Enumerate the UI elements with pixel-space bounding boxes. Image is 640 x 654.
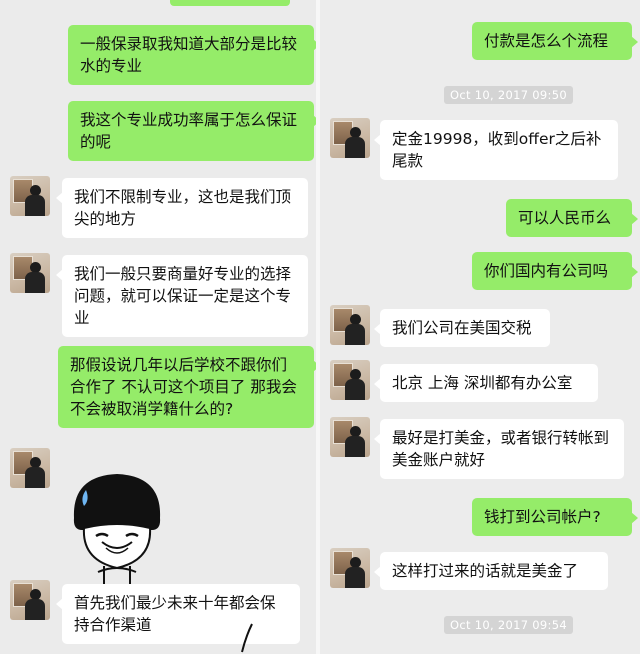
message-bubble-sent[interactable]: 钱打到公司帐户? <box>472 498 638 536</box>
message-bubble-sent[interactable]: 那假设说几年以后学校不跟你们合作了 不认可这个项目了 那我会不会被取消学籍什么的… <box>58 346 316 428</box>
message-bubble-received[interactable]: 我们公司在美国交税 <box>374 309 550 347</box>
contact-avatar[interactable] <box>330 548 370 588</box>
contact-avatar[interactable] <box>10 448 50 488</box>
message-bubble-received[interactable]: 首先我们最少未来十年都会保持合作渠道 <box>56 584 300 644</box>
pen-mark-icon <box>241 623 253 653</box>
message-bubble-received[interactable]: 我们一般只要商量好专业的选择问题，就可以保证一定是这个专业 <box>56 255 308 337</box>
message-bubble-received[interactable]: 定金19998，收到offer之后补尾款 <box>374 120 618 180</box>
left-chat-panel: 一般保录取我知道大部分是比较水的专业 我这个专业成功率属于怎么保证的呢 我们不限… <box>0 0 316 654</box>
message-bubble-sent[interactable]: 可以人民币么 <box>506 199 638 237</box>
contact-avatar[interactable] <box>10 253 50 293</box>
contact-avatar[interactable] <box>330 305 370 345</box>
contact-avatar[interactable] <box>330 360 370 400</box>
message-bubble-received[interactable]: 我们不限制专业，这也是我们顶尖的地方 <box>56 178 308 238</box>
message-bubble-sent[interactable]: 付款是怎么个流程 <box>472 22 638 60</box>
contact-avatar[interactable] <box>10 580 50 620</box>
crying-meme-sticker-icon[interactable] <box>62 468 172 586</box>
contact-avatar[interactable] <box>10 176 50 216</box>
message-bubble-sent[interactable]: 一般保录取我知道大部分是比较水的专业 <box>68 25 316 85</box>
message-bubble-received[interactable]: 这样打过来的话就是美金了 <box>374 552 608 590</box>
contact-avatar[interactable] <box>330 118 370 158</box>
previous-bubble-edge <box>170 0 290 6</box>
message-bubble-received[interactable]: 北京 上海 深圳都有办公室 <box>374 364 598 402</box>
message-bubble-sent[interactable]: 我这个专业成功率属于怎么保证的呢 <box>68 101 316 161</box>
contact-avatar[interactable] <box>330 417 370 457</box>
message-bubble-sent[interactable]: 你们国内有公司吗 <box>472 252 638 290</box>
message-bubble-received[interactable]: 最好是打美金，或者银行转帐到美金账户就好 <box>374 419 624 479</box>
right-chat-panel: 付款是怎么个流程 Oct 10, 2017 09:50 定金19998，收到of… <box>320 0 640 654</box>
chat-timestamp: Oct 10, 2017 09:54 <box>444 616 573 634</box>
chat-timestamp: Oct 10, 2017 09:50 <box>444 86 573 104</box>
